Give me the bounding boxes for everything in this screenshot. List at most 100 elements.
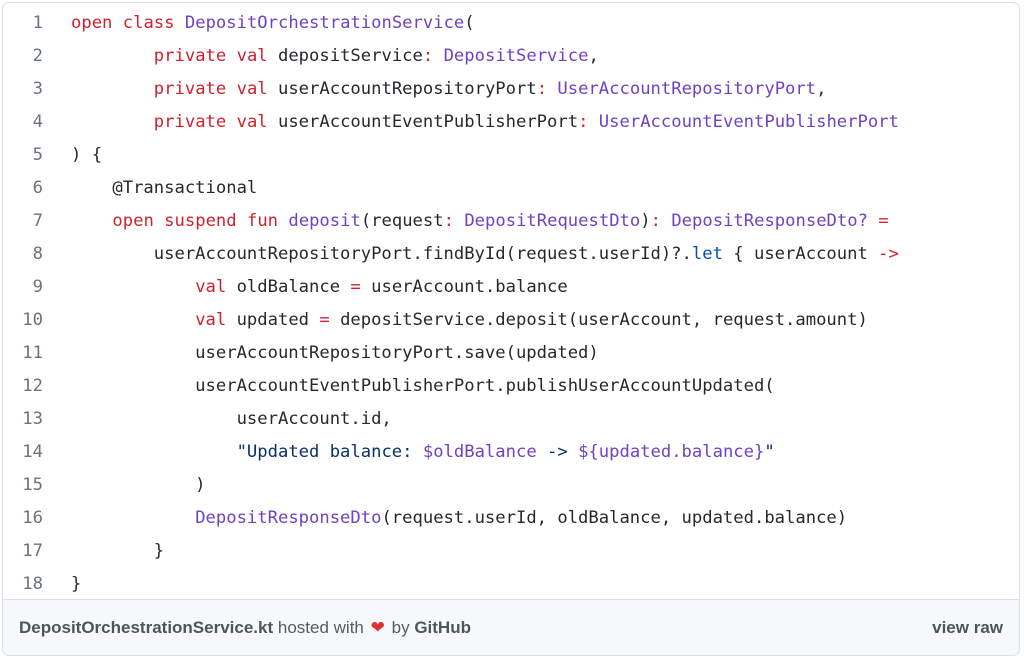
code-text: ) [71,469,206,502]
line-number[interactable]: 6 [3,172,43,205]
code-token: userAccountEventPublisherPort [267,112,579,132]
github-link[interactable]: GitHub [414,618,471,637]
code-line: 4 private val userAccountEventPublisherP… [3,106,1019,139]
code-text: userAccountEventPublisherPort.publishUse… [71,370,774,403]
code-line: 11 userAccountRepositoryPort.save(update… [3,337,1019,370]
code-token: private [153,46,227,66]
line-number[interactable]: 7 [3,205,43,238]
code-token: -> [878,244,899,264]
code-token: , [816,79,827,99]
code-text: val oldBalance = userAccount.balance [71,271,568,304]
code-text: open suspend fun deposit(request: Deposi… [71,205,888,238]
code-token: val [236,79,268,99]
code-token: DepositService [443,46,589,66]
gist-footer: DepositOrchestrationService.kt hosted wi… [3,599,1019,655]
code-line: 15 ) [3,469,1019,502]
code-token: open [71,13,113,33]
code-token: ) [71,475,206,495]
line-number[interactable]: 2 [3,40,43,73]
code-text: private val userAccountEventPublisherPor… [71,106,899,139]
line-number[interactable]: 11 [3,337,43,370]
gist-filename-link[interactable]: DepositOrchestrationService.kt [19,618,273,637]
line-number[interactable]: 15 [3,469,43,502]
line-number[interactable]: 17 [3,535,43,568]
code-line: 18} [3,568,1019,601]
code-token: : [578,112,589,132]
line-number[interactable]: 10 [3,304,43,337]
by-text: by [391,618,410,637]
code-token: UserAccountEventPublisherPort [598,112,899,132]
code-token: userAccountRepositoryPort [267,79,537,99]
code-token: { userAccount [722,244,879,264]
code-token: fun [246,211,279,231]
code-text: userAccount.id, [71,403,392,436]
view-raw-link[interactable]: view raw [932,600,1003,655]
line-number[interactable]: 18 [3,568,43,601]
code-text: userAccountRepositoryPort.save(updated) [71,337,599,370]
line-number[interactable]: 12 [3,370,43,403]
code-line: 3 private val userAccountRepositoryPort:… [3,73,1019,106]
code-token: -> [536,442,579,462]
line-number[interactable]: 8 [3,238,43,271]
code-token: " [764,442,775,462]
code-text: ) { [71,139,102,172]
code-token: val [195,277,227,297]
code-token: let [691,244,723,264]
code-token: updated [226,310,320,330]
code-text: } [71,535,164,568]
code-text: val updated = depositService.deposit(use… [71,304,868,337]
code-token: class [122,13,175,33]
line-number[interactable]: 16 [3,502,43,535]
code-token: "Updated balance: [236,442,423,462]
code-line: 9 val oldBalance = userAccount.balance [3,271,1019,304]
code-token: val [195,310,227,330]
code-token: DepositResponseDto [195,508,382,528]
code-token: , [588,46,599,66]
code-line: 16 DepositResponseDto(request.userId, ol… [3,502,1019,535]
code-text: } [71,568,81,601]
code-token: val [236,112,268,132]
code-line: 7 open suspend fun deposit(request: Depo… [3,205,1019,238]
line-number[interactable]: 1 [3,7,43,40]
line-number[interactable]: 4 [3,106,43,139]
code-line: 6 @Transactional [3,172,1019,205]
code-token: DepositRequestDto [464,211,641,231]
code-token: ) [640,211,651,231]
code-token: } [71,574,82,594]
code-token: } [71,541,165,561]
code-token: $oldBalance [422,442,537,462]
heart-icon: ❤ [370,618,385,637]
code-line: 1 open class DepositOrchestrationService( [3,7,1019,40]
line-number[interactable]: 14 [3,436,43,469]
line-number[interactable]: 9 [3,271,43,304]
code-token: deposit [288,211,361,231]
line-number[interactable]: 5 [3,139,43,172]
code-text: DepositResponseDto(request.userId, oldBa… [71,502,847,535]
code-line: 10 val updated = depositService.deposit(… [3,304,1019,337]
code-token: : [650,211,661,231]
code-line: 17 } [3,535,1019,568]
line-number[interactable]: 13 [3,403,43,436]
code-token: : [443,211,454,231]
line-number[interactable]: 3 [3,73,43,106]
code-token: ) { [71,145,103,165]
code-token: = [319,310,330,330]
code-line: 14 "Updated balance: $oldBalance -> ${up… [3,436,1019,469]
code-token: private [153,79,227,99]
code-token: DepositOrchestrationService [184,13,465,33]
